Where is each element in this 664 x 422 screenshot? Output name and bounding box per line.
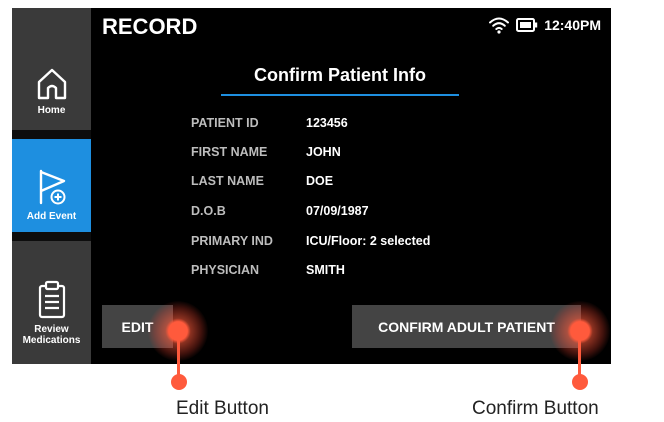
info-label: PRIMARY IND xyxy=(191,234,273,248)
info-row-dob: D.O.B 07/09/1987 xyxy=(191,204,369,224)
status-time: 12:40PM xyxy=(544,17,601,33)
confirm-callout-line xyxy=(578,330,581,380)
app-title: RECORD xyxy=(102,14,198,39)
edit-callout-dot xyxy=(171,374,187,390)
info-label: FIRST NAME xyxy=(191,145,268,159)
sidebar-item-review-medications[interactable]: Review Medications xyxy=(12,241,91,364)
info-label: LAST NAME xyxy=(191,174,264,188)
info-label: PHYSICIAN xyxy=(191,263,260,277)
info-value: SMITH xyxy=(306,263,345,277)
info-value: 07/09/1987 xyxy=(306,204,369,218)
sidebar: Home Add Event Review Medications xyxy=(12,8,91,364)
status-bar: 12:40PM xyxy=(488,16,601,34)
title-underline xyxy=(221,94,459,96)
home-icon xyxy=(37,68,66,100)
battery-icon xyxy=(516,18,538,32)
edit-callout-line xyxy=(177,330,180,380)
sidebar-item-label: Home xyxy=(37,105,66,116)
edit-callout-label: Edit Button xyxy=(176,398,269,419)
device-screen: Home Add Event Review Medications RECORD xyxy=(12,8,611,364)
wifi-icon xyxy=(489,17,510,34)
sidebar-item-label: Add Event xyxy=(26,211,77,222)
info-value: DOE xyxy=(306,174,334,188)
confirm-callout-label: Confirm Button xyxy=(472,398,599,419)
clipboard-icon xyxy=(38,280,65,319)
info-label: D.O.B xyxy=(191,204,226,218)
info-value: ICU/Floor: 2 selected xyxy=(306,234,431,248)
sidebar-item-add-event[interactable]: Add Event xyxy=(12,139,91,232)
page-title: Confirm Patient Info xyxy=(254,65,426,85)
flag-plus-icon xyxy=(39,169,65,205)
info-label: PATIENT ID xyxy=(191,116,259,130)
sidebar-item-home[interactable]: Home xyxy=(12,8,91,130)
info-row-physician: PHYSICIAN SMITH xyxy=(191,263,345,283)
info-row-patient-id: PATIENT ID 123456 xyxy=(191,116,348,136)
sidebar-item-label: Review Medications xyxy=(22,324,81,346)
info-row-primary-ind: PRIMARY IND ICU/Floor: 2 selected xyxy=(191,234,430,254)
confirm-adult-patient-button[interactable]: CONFIRM ADULT PATIENT xyxy=(352,305,581,348)
info-value: 123456 xyxy=(306,116,348,130)
confirm-callout-dot xyxy=(572,374,588,390)
info-row-first-name: FIRST NAME JOHN xyxy=(191,145,341,165)
info-value: JOHN xyxy=(306,145,341,159)
info-row-last-name: LAST NAME DOE xyxy=(191,174,333,194)
